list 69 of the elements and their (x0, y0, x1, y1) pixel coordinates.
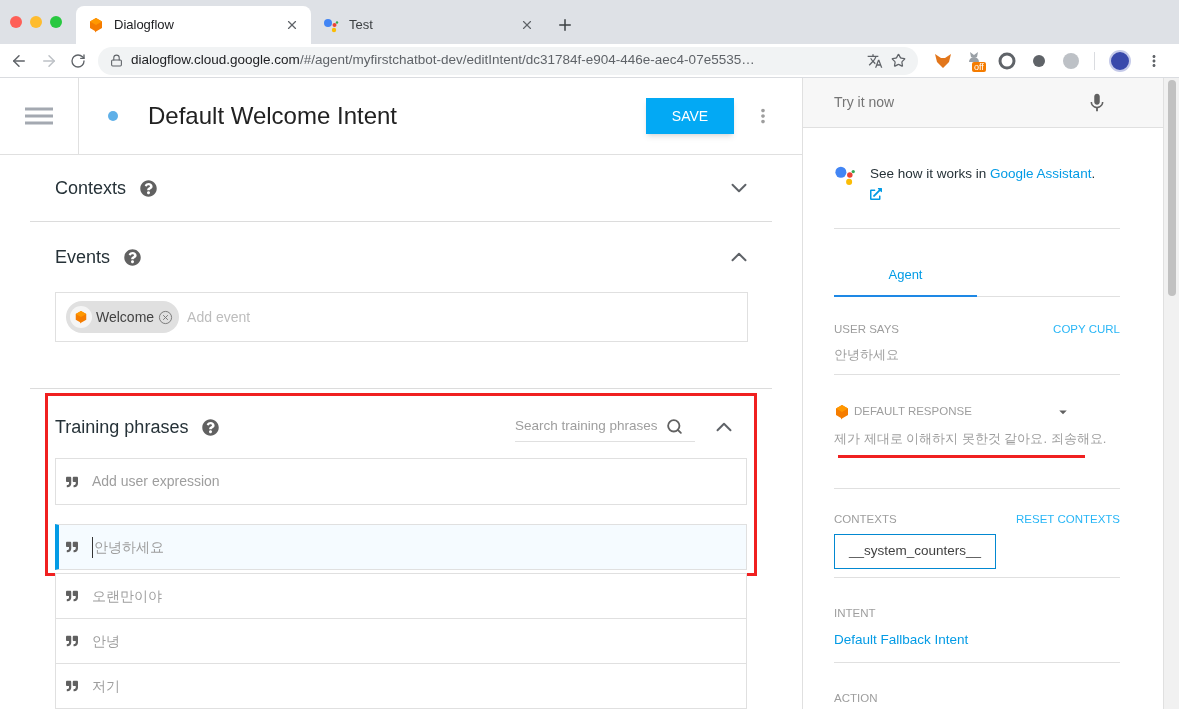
help-icon[interactable] (124, 248, 142, 266)
assistant-dots-icon (323, 17, 339, 33)
close-tab-icon[interactable] (285, 18, 299, 32)
extension-badge: off (972, 61, 986, 72)
phrase-text: 저기 (92, 676, 120, 696)
intent-link[interactable]: Default Fallback Intent (834, 629, 1120, 650)
translate-icon[interactable] (867, 52, 883, 69)
browser-tab[interactable]: Dialogflow (76, 6, 311, 44)
browser-tab[interactable]: Test (311, 6, 546, 44)
training-phrase-row[interactable]: 오랜만이야 (55, 573, 747, 619)
assistant-dots-icon (834, 164, 856, 187)
extension-icon[interactable] (998, 51, 1016, 70)
user-says-value: 안녕하세요 (834, 345, 900, 364)
training-phrase-row[interactable]: 저기 (55, 663, 747, 709)
search-field[interactable]: Search training phrases (515, 412, 695, 442)
help-icon[interactable] (140, 179, 158, 197)
expression-placeholder: Add user expression (92, 472, 220, 491)
response-logo-icon (834, 404, 850, 420)
dialogflow-logo-icon (88, 17, 104, 33)
assistant-promo-text: See how it works in Google Assistant. (870, 164, 1096, 203)
response-text: 제가 제대로 이해하지 못한것 같아요. 죄송해요. (834, 430, 1108, 448)
console-tab[interactable]: Agent (834, 253, 977, 298)
event-logo-icon (74, 310, 88, 324)
tab-title: Dialogflow (114, 16, 175, 35)
scrollbar-thumb[interactable] (1167, 80, 1176, 296)
context-chip[interactable]: __system_counters__ (834, 533, 997, 569)
section-title: Contexts (55, 176, 127, 200)
search-icon[interactable] (665, 418, 683, 435)
profile-avatar[interactable] (1109, 49, 1131, 72)
quote-icon (66, 680, 78, 692)
help-icon[interactable] (202, 418, 220, 436)
quote-icon (66, 541, 78, 553)
extension-icon[interactable] (967, 51, 981, 62)
save-button[interactable]: SAVE (646, 98, 734, 135)
url-text: dialogflow.cloud.google.com/#/agent/myfirstchatbot-dev/editIntent/dc31784f-e904-446e-aec4-07e5535… (131, 51, 755, 70)
intent-title: Default Welcome Intent (148, 101, 398, 132)
address-bar[interactable]: dialogflow.cloud.google.com/#/agent/myfirstchatbot-dev/editIntent/dc31784f-e904-446e-aec4-07e5535… (98, 46, 918, 75)
close-tab-icon[interactable] (520, 18, 534, 32)
reload-icon[interactable] (70, 52, 86, 69)
remove-chip-icon[interactable] (158, 309, 174, 325)
training-phrase-row[interactable]: 안녕하세요 (55, 524, 747, 570)
event-placeholder: Add event (187, 307, 251, 327)
field-label: DEFAULT RESPONSE (854, 404, 972, 420)
fox-extension-icon[interactable] (934, 52, 952, 69)
reset-contexts-link[interactable]: RESET CONTEXTS (1016, 510, 1120, 528)
search-placeholder: Search training phrases (515, 417, 658, 436)
section-title: Training phrases (55, 415, 189, 439)
tab-title: Test (349, 16, 374, 35)
bookmark-star-icon[interactable] (891, 53, 906, 68)
copy-curl-link[interactable]: COPY CURL (1053, 321, 1120, 339)
external-link-icon[interactable] (870, 187, 882, 200)
field-label: USER SAYS (834, 322, 899, 338)
quote-icon (66, 590, 78, 602)
event-input-field[interactable]: Welcome Add event (55, 292, 748, 342)
chip-label: Welcome (96, 307, 155, 327)
quote-icon (66, 475, 78, 488)
expression-input-field[interactable]: Add user expression (55, 458, 747, 505)
phrase-text: 안녕 (92, 631, 120, 651)
section-title: Events (55, 245, 111, 269)
field-label: INTENT (834, 606, 876, 619)
training-phrase-row[interactable]: 안녕 (55, 618, 747, 664)
lock-icon (110, 54, 123, 67)
event-chip[interactable]: Welcome (66, 301, 180, 333)
phrase-text: 안녕하세요 (92, 536, 164, 558)
field-label: CONTEXTS (834, 511, 897, 527)
quote-icon (66, 635, 78, 647)
new-tab-icon[interactable] (556, 16, 574, 34)
field-label: ACTION (834, 692, 878, 704)
phrase-text: 오랜만이야 (92, 586, 162, 606)
